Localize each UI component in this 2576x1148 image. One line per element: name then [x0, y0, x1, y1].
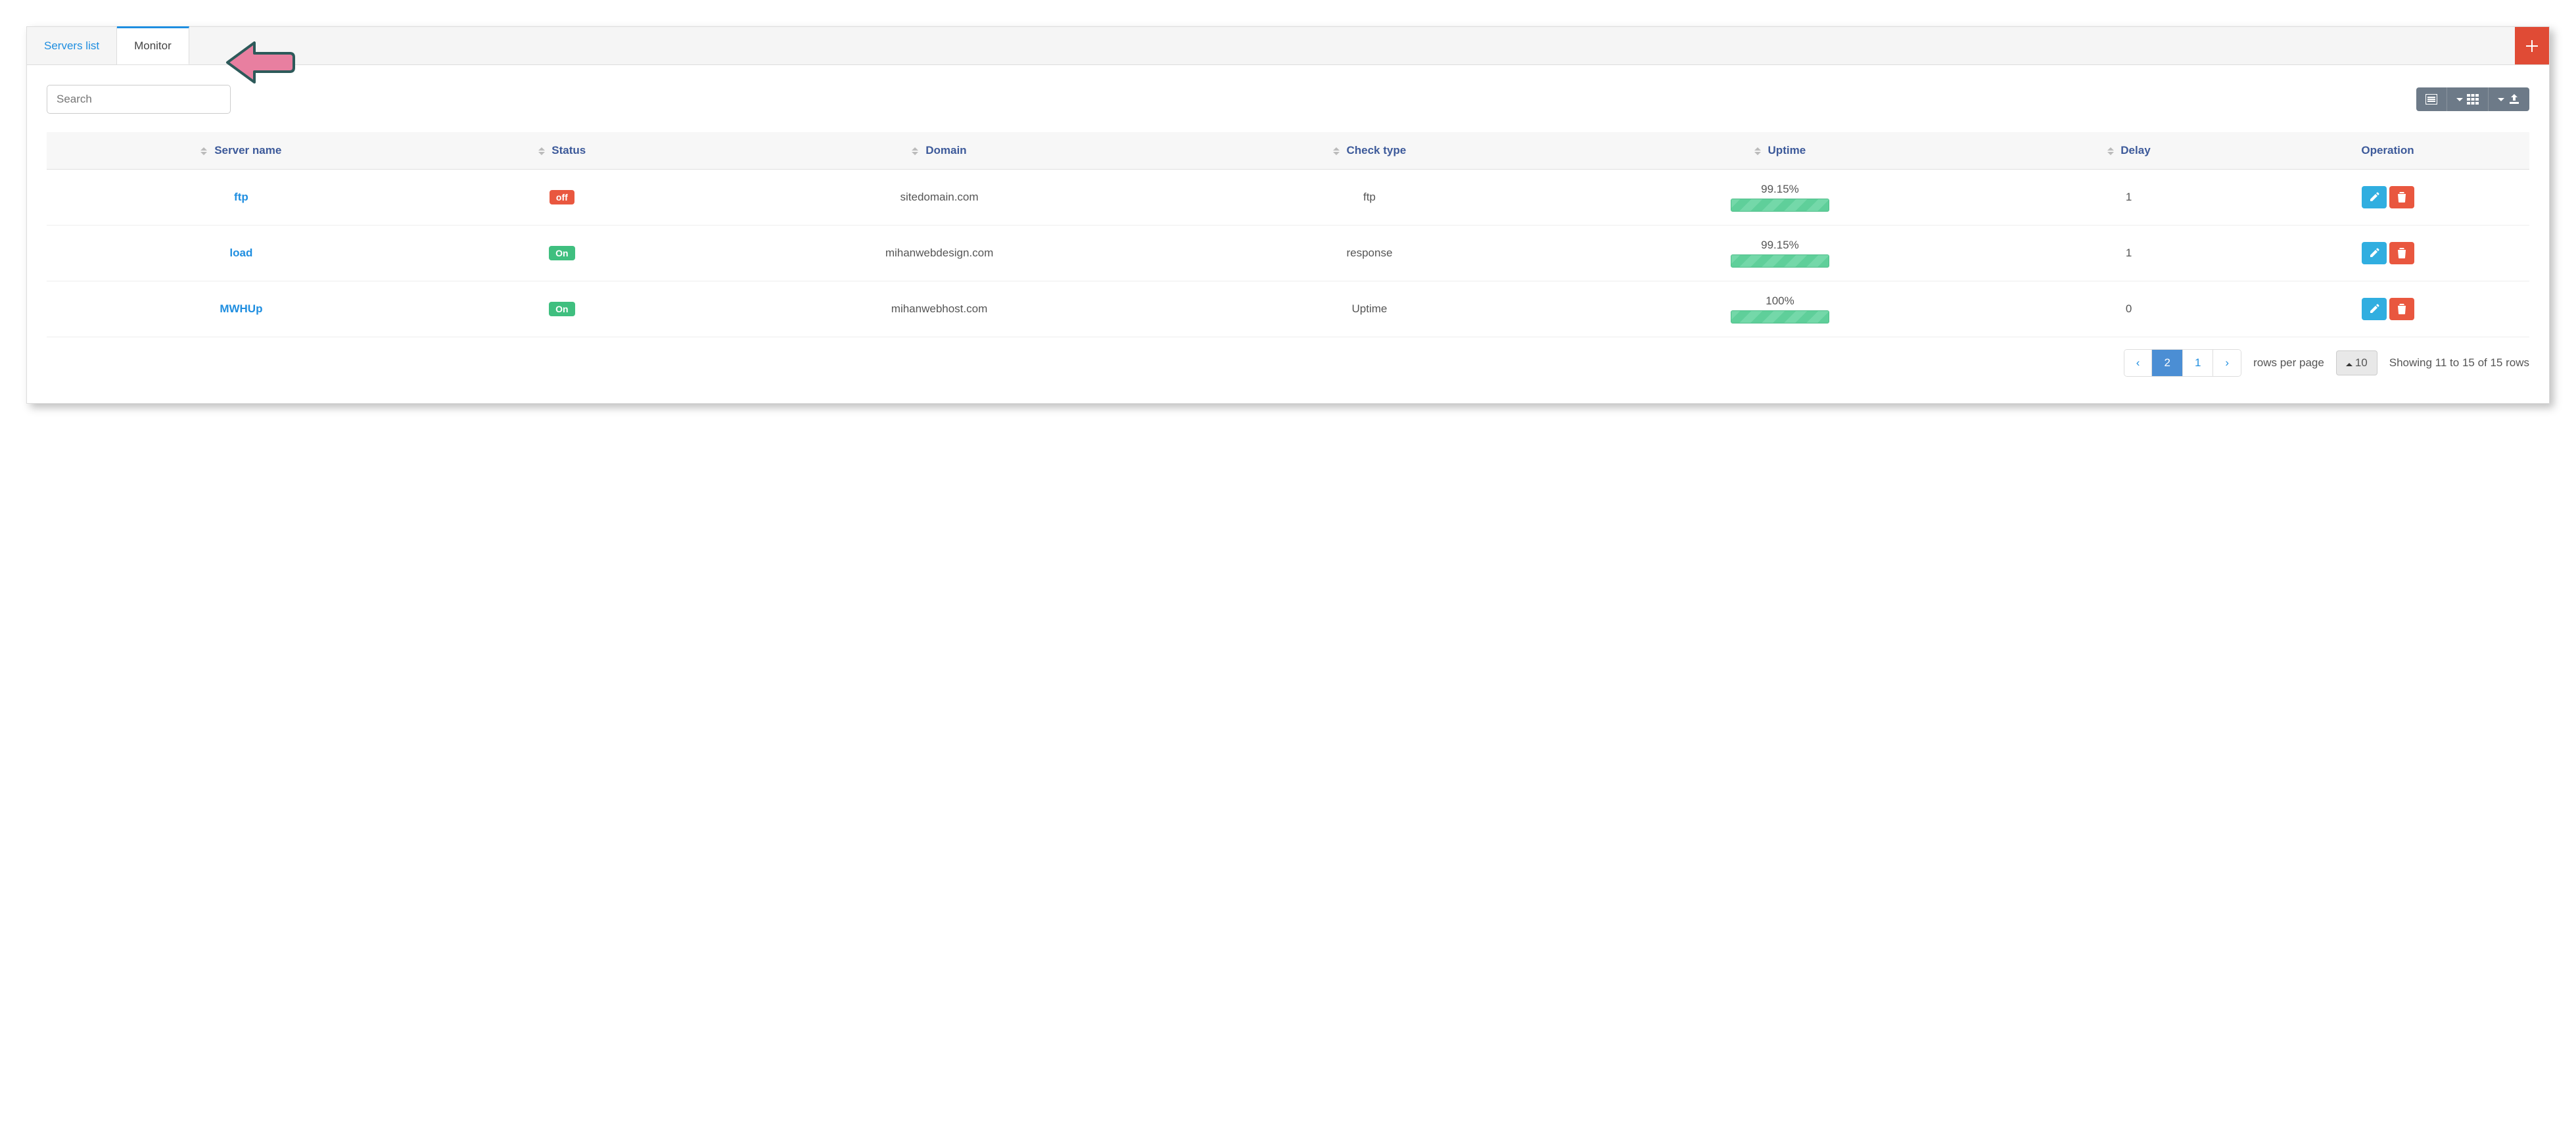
- caret-up-icon: [2346, 363, 2353, 366]
- search-input[interactable]: [47, 85, 231, 114]
- checktype-cell: ftp: [1190, 170, 1549, 226]
- pagination-summary: Showing 11 to 15 of 15 rows: [2389, 356, 2529, 370]
- grid-icon: [2467, 94, 2479, 105]
- rows-per-page-label: rows per page: [2253, 356, 2324, 370]
- server-link[interactable]: MWHUp: [220, 302, 262, 315]
- tab-monitor[interactable]: Monitor: [117, 26, 189, 64]
- col-delay[interactable]: Delay: [2011, 132, 2246, 170]
- sort-icon: [200, 147, 207, 155]
- server-link[interactable]: ftp: [234, 191, 248, 203]
- uptime-cell: 99.15%: [1549, 226, 2011, 281]
- edit-button[interactable]: [2362, 186, 2387, 208]
- uptime-value: 100%: [1555, 295, 2005, 308]
- sort-icon: [1754, 147, 1761, 155]
- status-badge: On: [549, 302, 574, 316]
- domain-cell: mihanwebhost.com: [688, 281, 1190, 337]
- page-prev-button[interactable]: ‹: [2124, 350, 2153, 376]
- uptime-cell: 100%: [1549, 281, 2011, 337]
- monitor-panel: Servers list Monitor: [26, 26, 2550, 404]
- monitor-table: Server name Status Domain Check type: [47, 132, 2529, 337]
- table-row: load On mihanwebdesign.comresponse 99.15% 1: [47, 226, 2529, 281]
- col-operation: Operation: [2246, 132, 2529, 170]
- delay-cell: 1: [2011, 170, 2246, 226]
- export-button[interactable]: [2488, 87, 2529, 111]
- edit-button[interactable]: [2362, 242, 2387, 264]
- table-row: ftpoffsitedomain.comftp99.15%1: [47, 170, 2529, 226]
- panel-content: Server name Status Domain Check type: [27, 65, 2549, 403]
- edit-button[interactable]: [2362, 298, 2387, 320]
- uptime-cell: 99.15%: [1549, 170, 2011, 226]
- col-label: Domain: [925, 144, 966, 156]
- caret-down-icon: [2456, 98, 2463, 101]
- list-icon: [2425, 94, 2437, 105]
- view-controls: [2416, 87, 2529, 111]
- status-badge: On: [549, 246, 574, 260]
- col-label: Server name: [214, 144, 281, 156]
- table-footer: ‹ 21 › rows per page 10 Showing 11 to 15…: [47, 349, 2529, 377]
- page-button[interactable]: 1: [2183, 350, 2213, 376]
- server-link[interactable]: load: [229, 247, 252, 259]
- export-icon: [2508, 94, 2520, 105]
- sort-icon: [2107, 147, 2114, 155]
- sort-icon: [912, 147, 918, 155]
- uptime-value: 99.15%: [1555, 239, 2005, 252]
- col-server-name[interactable]: Server name: [47, 132, 436, 170]
- col-label: Delay: [2120, 144, 2150, 156]
- uptime-bar: [1731, 254, 1829, 268]
- delete-button[interactable]: [2389, 186, 2414, 208]
- plus-icon: [2526, 40, 2538, 52]
- domain-cell: sitedomain.com: [688, 170, 1190, 226]
- checktype-cell: response: [1190, 226, 1549, 281]
- col-label: Operation: [2361, 144, 2414, 156]
- domain-cell: mihanwebdesign.com: [688, 226, 1190, 281]
- col-label: Status: [551, 144, 586, 156]
- view-mode-button[interactable]: [2447, 87, 2488, 111]
- rows-per-page-dropdown[interactable]: 10: [2336, 350, 2377, 375]
- uptime-bar: [1731, 199, 1829, 212]
- col-label: Uptime: [1768, 144, 1806, 156]
- col-check-type[interactable]: Check type: [1190, 132, 1549, 170]
- sort-icon: [1333, 147, 1340, 155]
- caret-down-icon: [2498, 98, 2504, 101]
- delay-cell: 1: [2011, 226, 2246, 281]
- page-next-button[interactable]: ›: [2213, 350, 2241, 376]
- col-status[interactable]: Status: [436, 132, 688, 170]
- uptime-bar: [1731, 310, 1829, 323]
- add-button[interactable]: [2515, 27, 2549, 64]
- annotation-arrow-icon: [224, 39, 296, 89]
- delete-button[interactable]: [2389, 298, 2414, 320]
- tabs-bar: Servers list Monitor: [27, 27, 2549, 65]
- sort-icon: [538, 147, 545, 155]
- col-label: Check type: [1346, 144, 1406, 156]
- toolbar: [47, 85, 2529, 114]
- columns-toggle-button[interactable]: [2416, 87, 2447, 111]
- tab-servers-list[interactable]: Servers list: [27, 27, 117, 64]
- col-domain[interactable]: Domain: [688, 132, 1190, 170]
- delay-cell: 0: [2011, 281, 2246, 337]
- delete-button[interactable]: [2389, 242, 2414, 264]
- pagination: ‹ 21 ›: [2124, 349, 2241, 377]
- table-header-row: Server name Status Domain Check type: [47, 132, 2529, 170]
- checktype-cell: Uptime: [1190, 281, 1549, 337]
- uptime-value: 99.15%: [1555, 183, 2005, 196]
- page-button[interactable]: 2: [2152, 350, 2182, 376]
- table-row: MWHUp On mihanwebhost.comUptime 100% 0: [47, 281, 2529, 337]
- col-uptime[interactable]: Uptime: [1549, 132, 2011, 170]
- status-badge: off: [550, 190, 574, 204]
- rows-per-page-value: 10: [2355, 356, 2368, 369]
